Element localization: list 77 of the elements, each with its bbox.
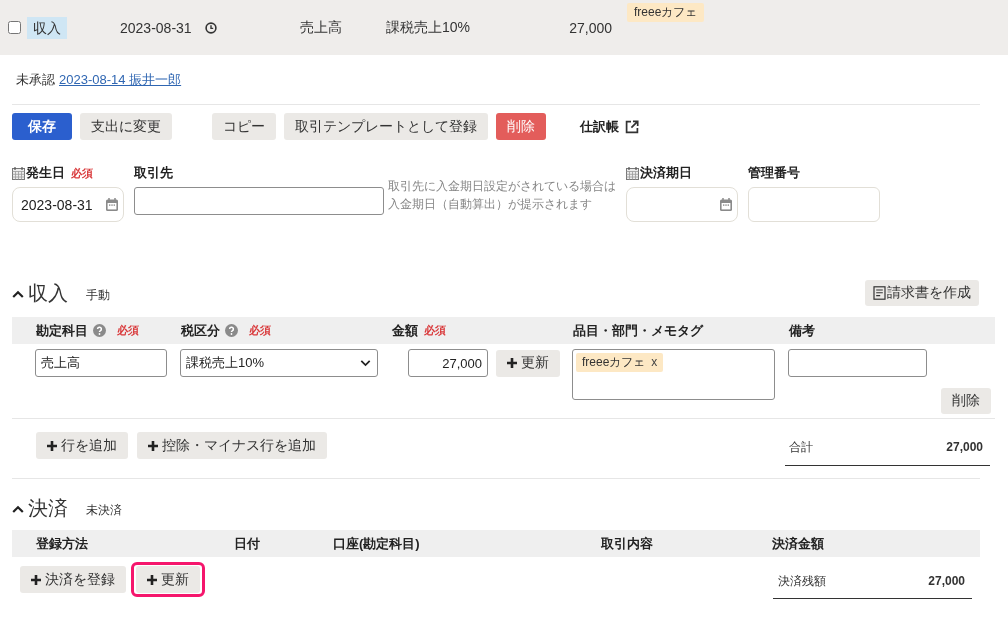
plus-icon — [147, 574, 157, 585]
add-row-button[interactable]: 行を追加 — [36, 432, 128, 459]
total-label: 合計 — [789, 439, 813, 455]
column-header: 品目・部門・メモタグ — [573, 321, 703, 340]
column-header: 備考 — [789, 321, 815, 340]
tag-label: freeeカフェ — [582, 355, 646, 370]
column-header: 日付 — [234, 534, 260, 553]
section-title: 収入 — [28, 280, 68, 306]
balance-label: 決済残額 — [778, 573, 826, 589]
delete-row-button[interactable]: 削除 — [941, 388, 991, 414]
account-text: 売上高 — [300, 18, 342, 35]
column-header: 口座(勘定科目) — [333, 534, 420, 553]
section-subtitle: 未決済 — [86, 501, 122, 519]
memo-input[interactable] — [788, 349, 927, 377]
partner-input[interactable] — [134, 187, 384, 215]
field-label: 決済期日 — [640, 164, 692, 182]
required-label: 必須 — [117, 323, 139, 338]
column-header: 税区分 — [181, 321, 220, 340]
journal-link[interactable]: 仕訳帳 — [580, 117, 639, 136]
update-button[interactable]: 更新 — [496, 349, 560, 377]
chevron-up-icon[interactable] — [12, 290, 24, 298]
type-badge: 収入 — [27, 16, 67, 39]
date-input[interactable] — [626, 187, 738, 222]
settlement-button[interactable]: 更新 — [136, 566, 200, 593]
tag-chip: freeeカフェ — [627, 3, 705, 22]
tag-remove-button[interactable]: x — [651, 355, 658, 370]
amount-text: 27,000 — [569, 19, 612, 36]
help-icon[interactable] — [225, 324, 238, 337]
section-title: 決済 — [28, 495, 68, 521]
action-button[interactable]: 取引テンプレートとして登録 — [284, 113, 488, 140]
column-header: 決済金額 — [772, 534, 824, 553]
total-value: 27,000 — [946, 439, 983, 455]
field-label: 発生日 — [26, 164, 65, 182]
balance-value: 27,000 — [928, 573, 965, 589]
chevron-down-icon — [360, 359, 371, 367]
calendar-icon — [12, 166, 25, 180]
plus-icon — [47, 440, 57, 451]
date-input[interactable]: 2023-08-31 — [12, 187, 124, 222]
chevron-up-icon[interactable] — [12, 505, 24, 513]
hint-text: 取引先に入金期日設定がされている場合は入金期日（自動算出）が提示されます — [388, 178, 617, 213]
row-checkbox[interactable] — [8, 21, 21, 34]
status-text: 未承認 — [16, 72, 55, 88]
tag-field[interactable]: freeeカフェ x — [572, 349, 775, 400]
section-subtitle: 手動 — [86, 286, 110, 304]
field-label: 取引先 — [134, 164, 173, 182]
add-row-button[interactable]: 控除・マイナス行を追加 — [137, 432, 327, 459]
field-label: 管理番号 — [748, 164, 800, 182]
action-button[interactable]: 保存 — [12, 113, 72, 140]
amount-input[interactable]: 27,000 — [408, 349, 488, 377]
column-header: 勘定科目 — [36, 321, 88, 340]
help-icon[interactable] — [93, 324, 106, 337]
clock-icon — [205, 21, 217, 34]
action-button[interactable]: 支出に変更 — [80, 113, 172, 140]
settlement-button[interactable]: 決済を登録 — [20, 566, 126, 593]
text-input[interactable] — [748, 187, 880, 222]
tax-text: 課税売上10% — [386, 18, 471, 35]
action-button[interactable]: 削除 — [496, 113, 546, 140]
calendar-icon — [626, 166, 639, 180]
external-link-icon — [625, 119, 639, 134]
calendar-icon — [720, 198, 732, 211]
invoice-button[interactable]: 請求書を作成 — [865, 280, 979, 306]
column-header: 金額 — [392, 321, 418, 340]
column-header: 登録方法 — [36, 534, 88, 553]
plus-icon — [148, 440, 158, 451]
plus-icon — [507, 358, 517, 368]
action-button[interactable]: コピー — [212, 113, 276, 140]
required-label: 必須 — [249, 323, 271, 338]
column-header: 取引内容 — [601, 534, 653, 553]
approval-link[interactable]: 2023-08-14 振井一郎 — [59, 72, 182, 88]
plus-icon — [31, 574, 41, 585]
account-input[interactable]: 売上高 — [35, 349, 167, 377]
required-label: 必須 — [71, 165, 93, 181]
required-label: 必須 — [424, 323, 446, 338]
tax-select[interactable]: 課税売上10% — [180, 349, 378, 377]
document-icon — [873, 286, 886, 300]
calendar-icon — [106, 198, 118, 211]
date-text: 2023-08-31 — [120, 19, 192, 36]
